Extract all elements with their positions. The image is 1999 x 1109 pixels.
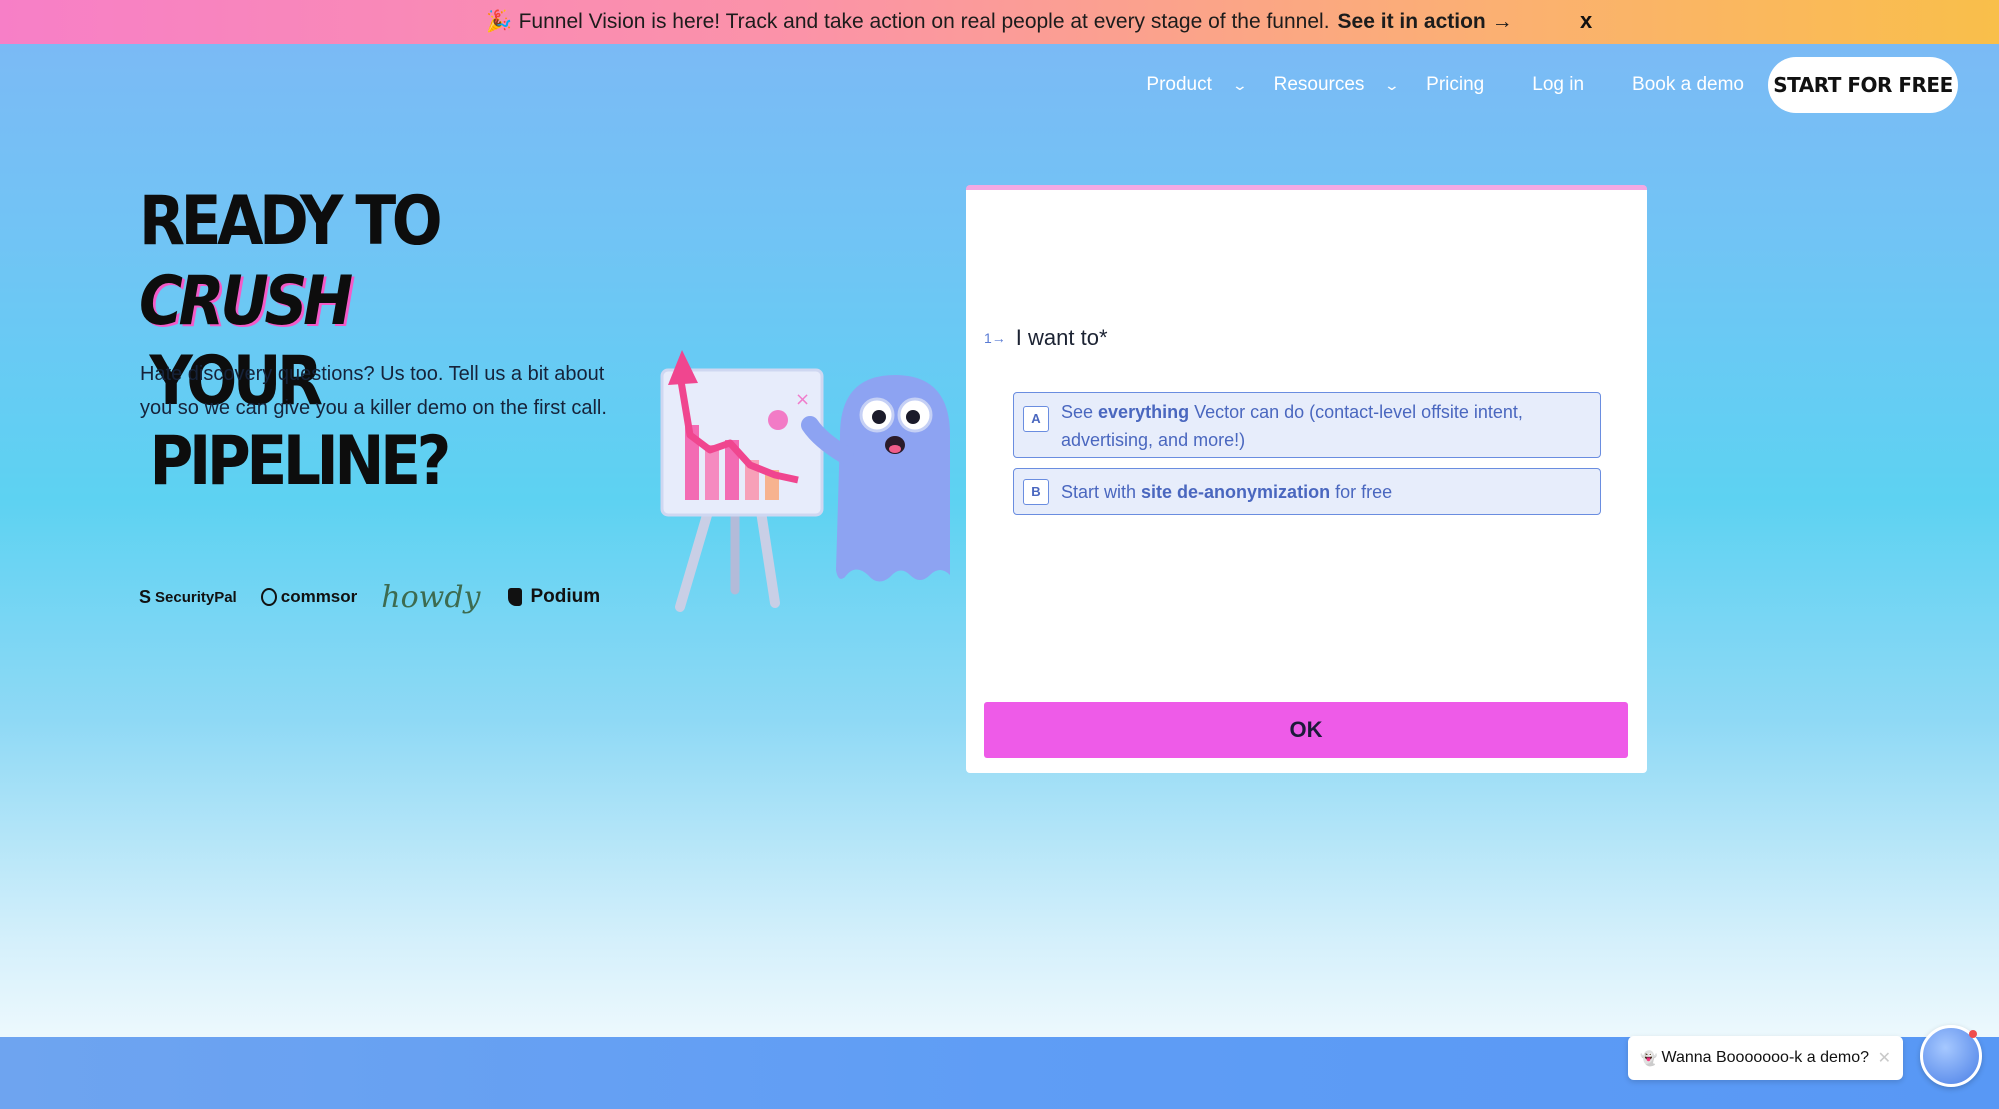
option-b-key: B — [1023, 478, 1049, 505]
nav-product[interactable]: Product ⌄ — [1146, 74, 1248, 96]
option-a-pre: See — [1061, 402, 1099, 422]
option-b-bold: site de-anonymization — [1141, 481, 1331, 502]
option-a-label: See everything Vector can do (contact-le… — [1061, 398, 1600, 454]
chevron-down-icon: ⌄ — [1384, 76, 1401, 93]
nav-login[interactable]: Log in — [1532, 74, 1584, 96]
ghost-chart-illustration: × — [660, 350, 950, 612]
close-icon[interactable]: x — [1580, 8, 1592, 34]
hero-title-highlight: CRUSH — [139, 262, 353, 341]
option-b-label: Start with site de-anonymization for fre… — [1061, 478, 1392, 506]
securitypal-mark-icon: S — [139, 586, 152, 607]
easel-icon: × — [660, 350, 824, 612]
nav-product-label: Product — [1146, 74, 1212, 95]
logo-podium-label: Podium — [530, 586, 601, 607]
main-nav: Product ⌄ Resources ⌄ Pricing Log in Boo… — [1118, 57, 1958, 113]
question-number: 1→ — [984, 330, 1006, 346]
nav-book-demo[interactable]: Book a demo — [1632, 74, 1744, 96]
logo-securitypal: S SecurityPal — [139, 587, 237, 608]
ok-button[interactable]: OK — [984, 702, 1628, 758]
chevron-down-icon: ⌄ — [1231, 76, 1248, 93]
nav-resources[interactable]: Resources ⌄ — [1273, 74, 1401, 96]
svg-text:×: × — [795, 389, 810, 410]
logo-commsor: commsor — [260, 587, 358, 607]
hero-subtitle: Hate discovery questions? Us too. Tell u… — [140, 363, 607, 419]
logo-howdy: howdy — [381, 579, 481, 615]
option-b[interactable]: B Start with site de-anonymization for f… — [1013, 468, 1601, 515]
demo-form-card: 1→ I want to* A See everything Vector ca… — [966, 185, 1647, 773]
chat-launcher-button[interactable] — [1920, 1025, 1982, 1087]
option-a-bold: everything — [1098, 402, 1190, 422]
logo-securitypal-label: SecurityPal — [155, 588, 237, 606]
nav-resources-label: Resources — [1273, 74, 1365, 95]
logo-commsor-label: commsor — [280, 587, 358, 606]
hero-title: READY TO CRUSH YOUR PIPELINE? — [139, 182, 597, 502]
ghost-emoji-icon: 👻 — [1640, 1049, 1658, 1066]
option-a[interactable]: A See everything Vector can do (contact-… — [1013, 392, 1601, 458]
option-a-key: A — [1023, 406, 1049, 432]
question-row: 1→ I want to* — [984, 325, 1108, 351]
podium-mark-icon — [508, 588, 523, 606]
ghost-icon — [801, 375, 950, 582]
option-b-post: for free — [1330, 481, 1393, 502]
chat-prompt-bubble[interactable]: 👻 Wanna Booooooo-k a demo? ✕ — [1628, 1036, 1903, 1080]
party-icon: 🎉 — [486, 10, 513, 33]
chat-prompt-text: Wanna Booooooo-k a demo? — [1661, 1049, 1869, 1066]
announcement-bar: 🎉 Funnel Vision is here! Track and take … — [0, 0, 1999, 44]
question-text: I want to* — [1015, 325, 1108, 350]
notification-dot — [1969, 1030, 1977, 1038]
commsor-mark-icon — [260, 588, 277, 606]
announcement-link[interactable]: See it in action → — [1338, 10, 1513, 34]
customer-logos: S SecurityPal commsor howdy Podium — [139, 575, 624, 619]
option-b-pre: Start with — [1061, 481, 1142, 502]
announcement-text: Funnel Vision is here! Track and take ac… — [518, 10, 1330, 33]
start-for-free-button[interactable]: START FOR FREE — [1768, 57, 1958, 113]
hero-title-part1: READY TO — [139, 182, 443, 261]
logo-podium: Podium — [508, 586, 600, 608]
nav-pricing[interactable]: Pricing — [1426, 74, 1484, 96]
chat-close-icon[interactable]: ✕ — [1878, 1048, 1891, 1068]
